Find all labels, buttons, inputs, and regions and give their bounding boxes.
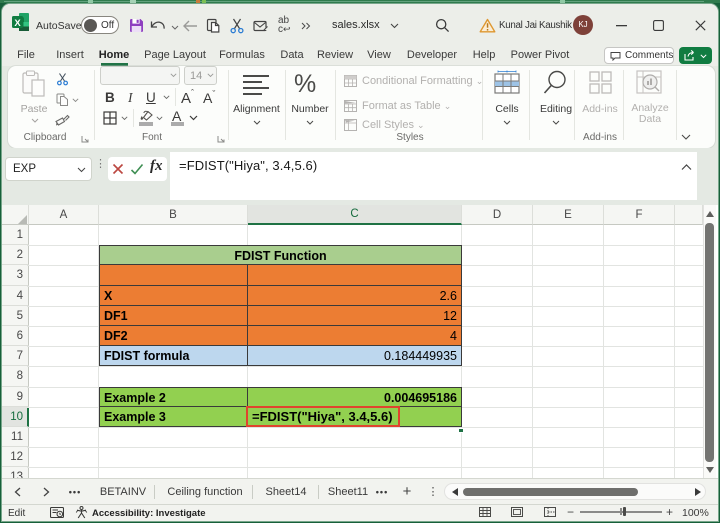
- svg-text:X: X: [14, 18, 21, 29]
